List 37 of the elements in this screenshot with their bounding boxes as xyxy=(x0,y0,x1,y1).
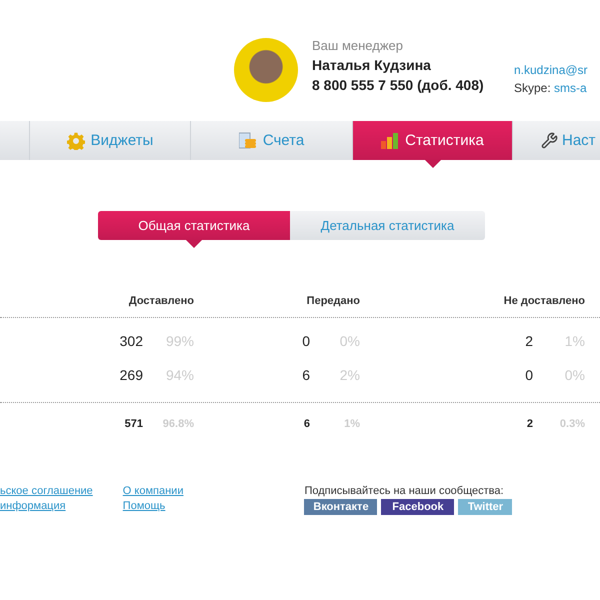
count-value: 6 xyxy=(302,418,310,430)
skype-link[interactable]: sms-a xyxy=(554,81,587,95)
count-value: 0 xyxy=(301,333,310,349)
social-button[interactable]: Twitter xyxy=(458,499,512,515)
wrench-icon xyxy=(541,132,558,149)
coins-document-icon xyxy=(238,132,257,150)
footer-link[interactable]: информация xyxy=(0,500,93,512)
manager-caption: Ваш менеджер xyxy=(312,38,404,53)
nav-tab[interactable]: Статистика xyxy=(353,121,513,160)
pointer-triangle xyxy=(186,240,202,248)
count-value: 0 xyxy=(524,367,533,383)
footer-link[interactable]: О компании xyxy=(122,485,184,497)
nav-tab[interactable]: Виджеты xyxy=(30,121,191,160)
social-button[interactable]: Вконтакте xyxy=(304,499,378,515)
skype-label: Skype: xyxy=(514,81,551,95)
count-value: 302 xyxy=(118,333,143,349)
manager-name: Наталья Кудзина xyxy=(312,57,432,73)
footer-link[interactable]: Помощь xyxy=(122,500,184,512)
bar-chart-icon xyxy=(381,132,400,150)
subscribe-text: Подписывайтесь на наши сообщества: xyxy=(304,485,505,497)
column-header: Передано xyxy=(306,295,360,307)
count-value: 6 xyxy=(301,367,310,383)
footer-link[interactable]: ьское соглашение xyxy=(0,485,93,497)
count-value: 571 xyxy=(124,418,143,430)
stats-tab[interactable]: Общая статистика xyxy=(98,211,290,240)
column-header: Не доставлено xyxy=(502,295,585,307)
gear-icon xyxy=(66,132,85,150)
social-button[interactable]: Facebook xyxy=(381,499,454,515)
email-link[interactable]: n.kudzina@sr xyxy=(514,63,588,77)
stats-tab[interactable]: Детальная статистика xyxy=(290,211,485,240)
count-value: 2 xyxy=(524,333,533,349)
nav-tab[interactable]: Наст xyxy=(513,121,600,160)
count-value: 2 xyxy=(526,418,533,430)
count-value: 269 xyxy=(118,367,143,383)
column-header: Доставлено xyxy=(128,295,194,307)
pointer-triangle xyxy=(425,160,441,168)
manager-phone: 8 800 555 7 550 (доб. 408) xyxy=(312,77,485,93)
